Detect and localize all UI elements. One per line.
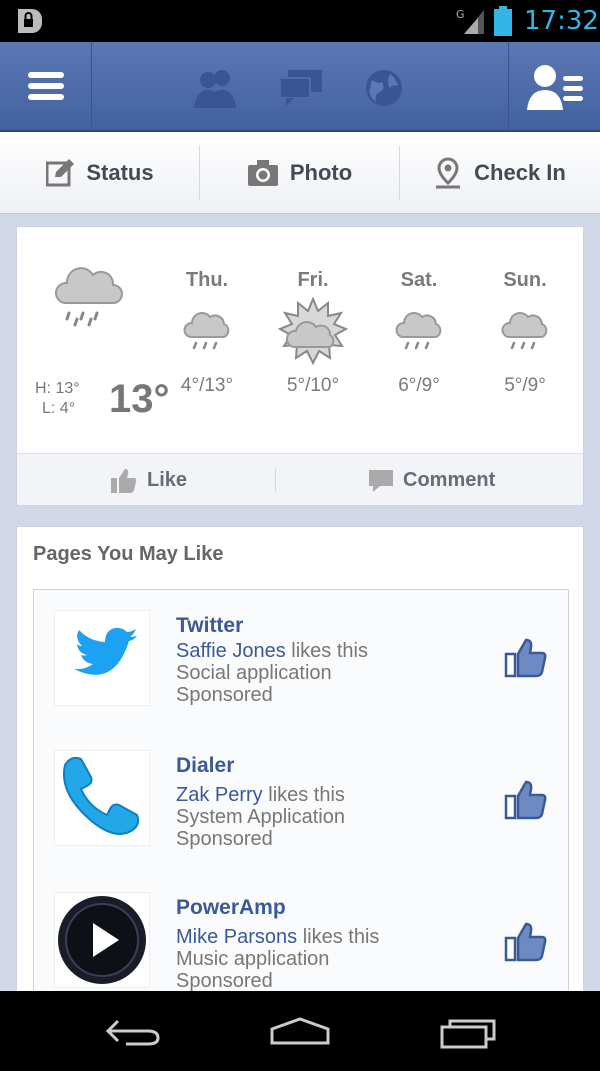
app-header <box>0 42 600 132</box>
current-temp: 13° <box>109 377 170 421</box>
friend-requests-icon[interactable] <box>192 68 240 108</box>
photo-label: Photo <box>289 160 353 185</box>
like-page-thumb-icon[interactable] <box>504 778 548 822</box>
rain-cloud-icon <box>501 312 548 350</box>
twitter-bird-icon <box>74 627 137 675</box>
day-name: Sun. <box>503 269 547 291</box>
friend-name[interactable]: Saffie Jones <box>176 640 286 662</box>
low-temp: L: 4° <box>42 400 76 417</box>
sponsored-label: Sponsored <box>176 828 273 850</box>
home-icon[interactable] <box>268 1015 332 1047</box>
status-label: Status <box>86 160 154 185</box>
weather-today: H: 13° L: 4° 13° <box>35 263 175 421</box>
divider <box>275 468 276 492</box>
pages-you-may-like-card: Pages You May Like Twitter Saffie Jones … <box>16 526 584 1009</box>
page-avatar <box>54 610 150 706</box>
friend-name[interactable]: Zak Perry <box>176 784 263 806</box>
high-low-temps: H: 13° L: 4° <box>35 379 80 419</box>
page-category: Music application <box>176 948 330 970</box>
day-temps: 6°/9° <box>398 375 440 396</box>
camera-icon <box>247 160 278 186</box>
pages-title: Pages You May Like <box>33 543 224 565</box>
day-name: Thu. <box>185 269 229 291</box>
day-name: Sat. <box>400 269 438 291</box>
likes-this-text: likes this <box>285 640 368 662</box>
status-clock: 17:32 <box>524 6 599 36</box>
signal-icon: G <box>456 8 484 34</box>
story-action-bar: Like Comment <box>17 453 583 505</box>
status-button[interactable]: Status <box>0 132 200 214</box>
day-temps: 4°/13° <box>180 375 234 396</box>
rain-cloud-icon <box>55 267 123 327</box>
svg-text:G: G <box>456 8 465 21</box>
publisher-bar: Status Photo Check In <box>0 132 600 214</box>
messages-icon[interactable] <box>280 70 322 108</box>
edit-status-icon <box>46 159 75 187</box>
play-button-icon <box>58 896 146 984</box>
lock-notification-icon <box>18 9 42 33</box>
sponsored-label: Sponsored <box>176 970 273 992</box>
social-context: Saffie Jones likes this <box>176 640 368 663</box>
photo-button[interactable]: Photo <box>200 132 400 214</box>
rain-cloud-icon <box>183 312 230 350</box>
like-button[interactable]: Like <box>111 454 187 506</box>
like-page-thumb-icon[interactable] <box>504 636 548 680</box>
comment-label: Comment <box>403 468 496 491</box>
social-context: Mike Parsons likes this <box>176 926 379 949</box>
page-suggestion[interactable]: PowerAmp Mike Parsons likes this Music a… <box>34 872 568 1002</box>
recent-apps-icon[interactable] <box>438 1017 498 1049</box>
page-category: Social application <box>176 662 332 684</box>
page-suggestion[interactable]: Twitter Saffie Jones likes this Social a… <box>34 590 568 720</box>
like-page-thumb-icon[interactable] <box>504 920 548 964</box>
page-name[interactable]: Twitter <box>176 614 243 638</box>
page-suggestion[interactable]: Dialer Zak Perry likes this System Appli… <box>34 730 568 860</box>
comment-icon <box>369 470 393 492</box>
pages-list: Twitter Saffie Jones likes this Social a… <box>33 589 569 1009</box>
likes-this-text: likes this <box>262 784 345 806</box>
forecast-day: Thu. 4°/13° <box>162 269 252 396</box>
status-bar: G 17:32 <box>0 0 600 42</box>
page-name[interactable]: Dialer <box>176 754 234 778</box>
checkin-button[interactable]: Check In <box>400 132 600 214</box>
social-context: Zak Perry likes this <box>176 784 345 807</box>
thumbs-up-icon <box>111 469 137 493</box>
day-temps: 5°/9° <box>504 375 546 396</box>
menu-button[interactable] <box>0 42 92 130</box>
checkin-label: Check In <box>474 160 566 185</box>
like-label: Like <box>147 468 188 491</box>
location-pin-icon <box>436 157 461 189</box>
forecast-day: Sun. 5°/9° <box>480 269 570 396</box>
forecast-day: Sat. 6°/9° <box>374 269 464 396</box>
navigation-bar <box>0 991 600 1071</box>
day-temps: 5°/10° <box>286 375 340 396</box>
comment-button[interactable]: Comment <box>369 454 495 506</box>
friends-list-icon <box>527 65 583 110</box>
weather-card: H: 13° L: 4° 13° Thu. 4°/13° Fri. 5°/10°… <box>16 226 584 506</box>
forecast-day: Fri. 5°/10° <box>268 269 358 396</box>
sponsored-label: Sponsored <box>176 684 273 706</box>
notifications-globe-icon[interactable] <box>364 68 404 108</box>
back-icon[interactable] <box>104 1017 162 1047</box>
page-avatar <box>54 750 150 846</box>
friends-list-button[interactable] <box>508 42 600 130</box>
page-avatar <box>54 892 150 988</box>
battery-icon <box>494 6 512 36</box>
phone-handset-icon <box>63 756 140 835</box>
sun-cloud-icon <box>278 297 348 366</box>
page-name[interactable]: PowerAmp <box>176 896 286 920</box>
menu-icon <box>28 72 64 100</box>
high-temp: H: 13° <box>35 380 80 397</box>
friend-name[interactable]: Mike Parsons <box>176 926 297 948</box>
likes-this-text: likes this <box>297 926 380 948</box>
page-category: System Application <box>176 806 345 828</box>
day-name: Fri. <box>297 269 329 291</box>
rain-cloud-icon <box>395 312 442 350</box>
